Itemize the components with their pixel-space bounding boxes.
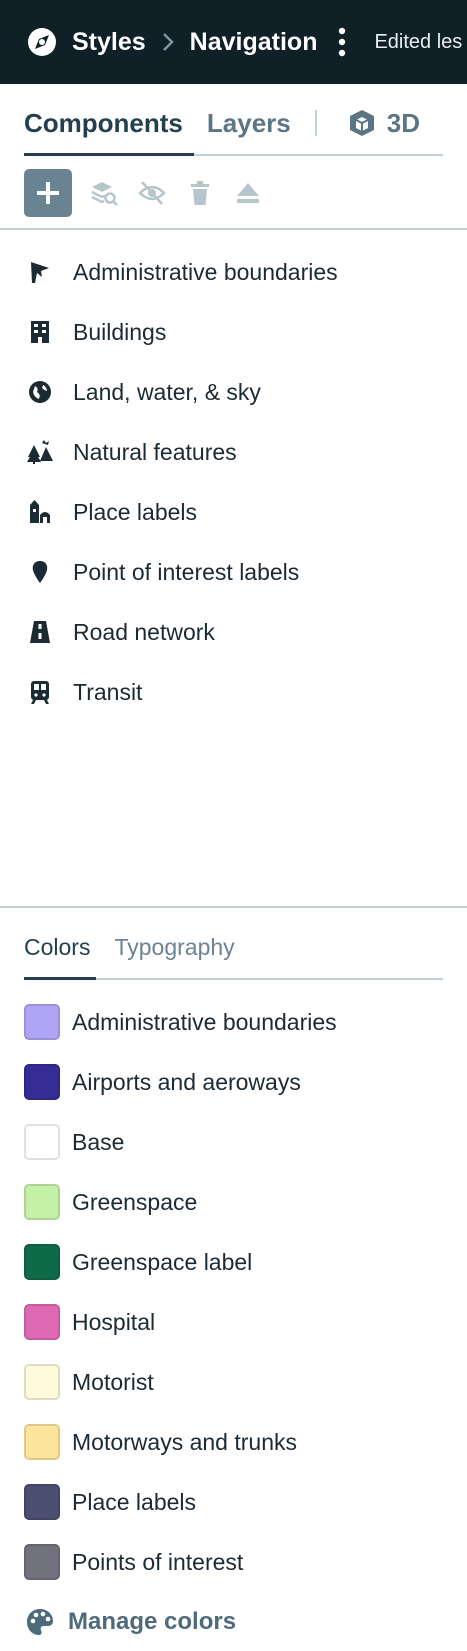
cube-icon — [349, 110, 374, 136]
color-swatch[interactable] — [24, 1004, 60, 1040]
color-swatch[interactable] — [24, 1244, 60, 1280]
colors-list: Administrative boundaries Airports and ae… — [0, 980, 467, 1592]
tab-3d[interactable]: 3D — [347, 100, 420, 139]
place-icon — [30, 500, 50, 523]
list-item[interactable]: Place labels — [0, 482, 467, 542]
color-list-item[interactable]: Hospital — [0, 1292, 467, 1352]
list-item[interactable]: Land, water, & sky — [0, 362, 467, 422]
list-item[interactable]: Road network — [0, 602, 467, 662]
color-list-item-label: Greenspace — [72, 1188, 198, 1215]
list-item-label: Point of interest labels — [73, 558, 300, 585]
list-item-label: Administrative boundaries — [73, 258, 338, 285]
add-icon — [37, 182, 59, 204]
eject-button[interactable] — [232, 169, 264, 217]
style-tabs: Colors Typography — [24, 908, 443, 980]
top-bar: Styles Navigation Edited les — [0, 0, 467, 84]
edit-status: Edited les — [374, 30, 463, 53]
tab-colors[interactable]: Colors — [24, 926, 90, 961]
color-list-item[interactable]: Greenspace — [0, 1172, 467, 1232]
manage-colors-label: Manage colors — [68, 1608, 237, 1635]
hide-button[interactable] — [136, 169, 168, 217]
list-item-label: Natural features — [73, 438, 237, 465]
chevron-right-icon — [162, 33, 174, 51]
map-pin-icon — [32, 561, 48, 583]
layer-toolbar — [0, 156, 467, 230]
flag-icon — [31, 262, 49, 283]
color-list-item-label: Base — [72, 1128, 125, 1155]
list-item-label: Road network — [73, 618, 215, 645]
list-item[interactable]: Administrative boundaries — [0, 242, 467, 302]
tab-components[interactable]: Components — [24, 100, 183, 139]
add-component-button[interactable] — [24, 169, 72, 217]
list-item[interactable]: Transit — [0, 662, 467, 722]
compass-logo-icon[interactable] — [27, 27, 57, 57]
list-item-label: Land, water, & sky — [73, 378, 261, 405]
tab-divider — [314, 110, 317, 136]
color-swatch[interactable] — [24, 1064, 60, 1100]
trees-mountain-icon — [27, 440, 53, 464]
delete-button[interactable] — [184, 169, 216, 217]
color-list-item[interactable]: Airports and aeroways — [0, 1052, 467, 1112]
kebab-menu-icon[interactable] — [337, 27, 347, 57]
color-swatch[interactable] — [24, 1364, 60, 1400]
list-item-label: Place labels — [73, 498, 198, 525]
list-item-label: Transit — [73, 678, 143, 705]
list-item[interactable]: Buildings — [0, 302, 467, 362]
manage-colors-button[interactable]: Manage colors — [0, 1592, 467, 1651]
color-list-item[interactable]: Greenspace label — [0, 1232, 467, 1292]
components-list: Administrative boundaries Buildings Land… — [0, 230, 467, 908]
color-swatch[interactable] — [24, 1184, 60, 1220]
color-list-item-label: Motorways and trunks — [72, 1428, 297, 1455]
color-list-item-label: Motorist — [72, 1368, 154, 1395]
color-list-item-label: Administrative boundaries — [72, 1008, 337, 1035]
color-swatch[interactable] — [24, 1544, 60, 1580]
color-list-item-label: Airports and aeroways — [72, 1068, 301, 1095]
color-list-item-label: Hospital — [72, 1308, 156, 1335]
list-item-label: Buildings — [73, 318, 167, 345]
color-list-item-label: Greenspace label — [72, 1248, 253, 1275]
active-subtab-indicator — [24, 977, 96, 980]
color-swatch[interactable] — [24, 1304, 60, 1340]
train-icon — [31, 681, 49, 704]
breadcrumb-styles[interactable]: Styles — [72, 28, 146, 57]
color-list-item[interactable]: Place labels — [0, 1472, 467, 1532]
layer-search-icon — [91, 182, 118, 206]
color-list-item-label: Points of interest — [72, 1548, 244, 1575]
color-swatch[interactable] — [24, 1424, 60, 1460]
main-tabs: Components Layers 3D — [24, 84, 443, 156]
layer-search-button[interactable] — [88, 169, 120, 217]
color-swatch[interactable] — [24, 1484, 60, 1520]
color-list-item[interactable]: Base — [0, 1112, 467, 1172]
building-icon — [31, 321, 49, 343]
trash-icon — [191, 181, 209, 205]
breadcrumb-navigation[interactable]: Navigation — [190, 28, 318, 57]
palette-icon — [27, 1609, 53, 1635]
tab-3d-label: 3D — [386, 107, 420, 138]
globe-icon — [29, 381, 51, 403]
tab-typography[interactable]: Typography — [114, 926, 234, 961]
list-item[interactable]: Natural features — [0, 422, 467, 482]
color-swatch[interactable] — [24, 1124, 60, 1160]
eject-icon — [237, 183, 259, 203]
color-list-item[interactable]: Administrative boundaries — [0, 992, 467, 1052]
list-item[interactable]: Point of interest labels — [0, 542, 467, 602]
tab-layers[interactable]: Layers — [207, 100, 291, 139]
color-list-item[interactable]: Motorist — [0, 1352, 467, 1412]
active-tab-indicator — [24, 153, 194, 156]
road-icon — [30, 621, 50, 643]
eye-off-icon — [138, 181, 166, 205]
color-list-item[interactable]: Points of interest — [0, 1532, 467, 1592]
color-list-item-label: Place labels — [72, 1488, 197, 1515]
color-list-item[interactable]: Motorways and trunks — [0, 1412, 467, 1472]
